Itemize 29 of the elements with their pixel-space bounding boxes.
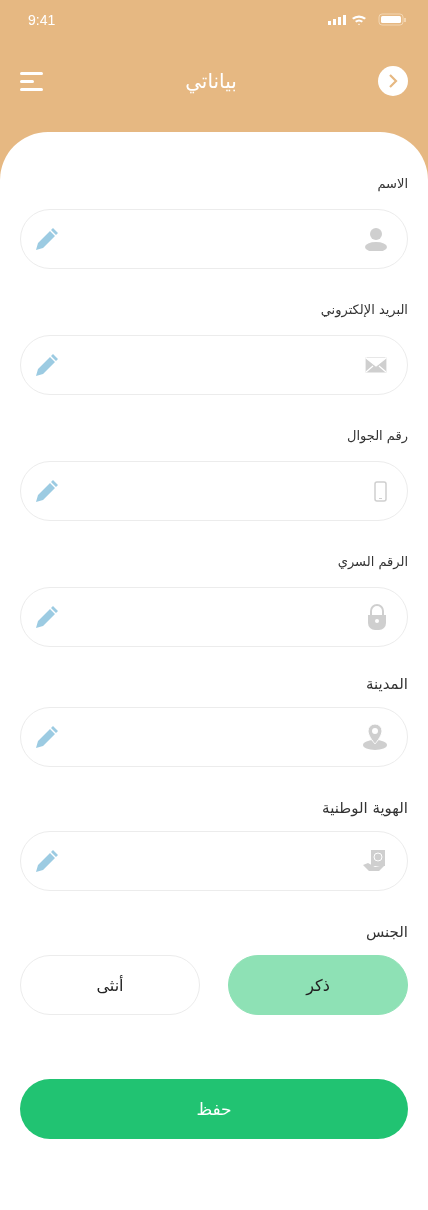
pencil-icon[interactable] bbox=[36, 480, 58, 502]
pencil-icon[interactable] bbox=[36, 850, 58, 872]
page-title: بياناتي bbox=[185, 69, 237, 93]
pencil-icon[interactable] bbox=[36, 354, 58, 376]
field-label: المدينة bbox=[364, 675, 408, 693]
person-icon bbox=[365, 227, 387, 251]
pencil-icon[interactable] bbox=[36, 228, 58, 250]
menu-button[interactable] bbox=[20, 71, 44, 91]
pencil-icon[interactable] bbox=[36, 726, 58, 748]
signal-icon bbox=[328, 15, 346, 25]
location-pin-icon bbox=[363, 724, 387, 750]
field-label: الرقم السري bbox=[336, 554, 408, 569]
field-label: الجنس bbox=[364, 923, 408, 941]
field-label: الهوية الوطنية bbox=[321, 799, 408, 817]
gender-option[interactable]: ذكر bbox=[228, 955, 408, 1015]
wifi-icon bbox=[352, 15, 366, 26]
field-label: البريد الإلكتروني bbox=[319, 302, 408, 317]
id-card-hand-icon bbox=[363, 849, 387, 873]
battery-icon bbox=[378, 13, 406, 26]
gender-option[interactable]: أنثى bbox=[20, 955, 200, 1015]
lock-icon bbox=[367, 604, 387, 630]
status-time: 9:41 bbox=[28, 12, 56, 28]
pencil-icon[interactable] bbox=[36, 606, 58, 628]
field-label: رقم الجوال bbox=[346, 428, 408, 443]
chevron-right-icon bbox=[388, 74, 398, 88]
forward-button[interactable] bbox=[378, 66, 408, 96]
envelope-icon bbox=[365, 357, 387, 373]
field-label: الاسم bbox=[376, 176, 408, 191]
phone-icon bbox=[374, 480, 387, 502]
